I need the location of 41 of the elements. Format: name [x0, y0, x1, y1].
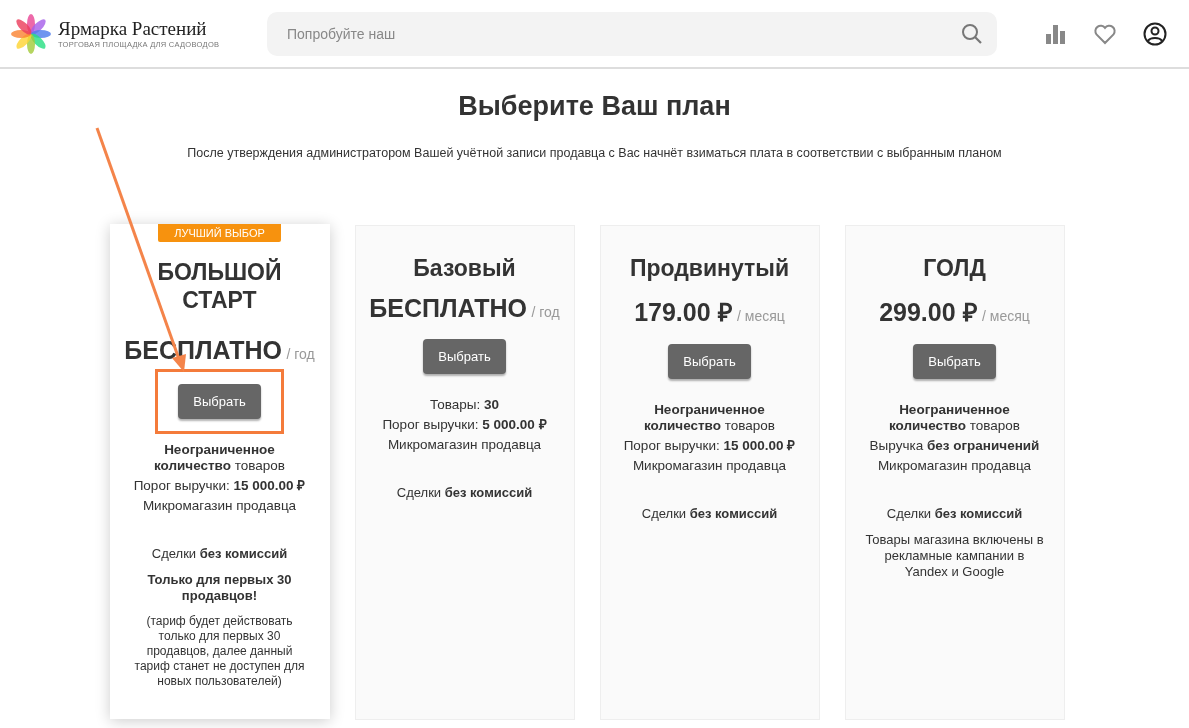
plan-feature: Микромагазин продавца: [141, 498, 298, 514]
logo-title: Ярмарка Растений: [58, 18, 208, 40]
price-period: / месяц: [737, 308, 785, 324]
plan-name: Продвинутый: [629, 254, 790, 282]
plan-feature: Порог выручки: 15 000.00 ₽: [622, 438, 797, 454]
price-period: / год: [531, 304, 560, 320]
plan-feature: Порог выручки: 5 000.00 ₽: [382, 417, 547, 433]
flower-logo-icon: [10, 12, 52, 55]
plan-note: Только для первых 30 продавцов!: [146, 572, 293, 604]
plan-note: Товары магазина включены в рекламные кампании в Yandex и Google: [864, 532, 1045, 580]
price-period: / год: [286, 346, 315, 362]
page-subtitle: После утверждения администратором Вашей учётной записи продавца с Вас начнёт взиматься плата в соответствии с выбранным планом: [186, 146, 1003, 160]
plan-feature: Порог выручки: 15 000.00 ₽: [132, 478, 307, 494]
plan-feature: Микромагазин продавца: [631, 458, 788, 474]
plan-feature: Неограниченное количество товаров: [152, 442, 286, 474]
plan-feature: Товары: 30: [429, 397, 500, 413]
plan-note: (тариф будет действовать только для первых 30 продавцов, далее данный тариф станет не доступен для новых пользователей): [133, 614, 306, 689]
plan-note: Сделки без комиссий: [885, 506, 1024, 522]
select-button[interactable]: Выбрать: [913, 344, 996, 379]
plan-note: Сделки без комиссий: [396, 485, 533, 501]
plan-feature: Неограниченное количество товаров: [642, 402, 776, 434]
price-period: / месяц: [982, 308, 1030, 324]
plan-name: БОЛЬШОЙ СТАРТ: [156, 258, 283, 314]
plan-name: Базовый: [413, 254, 516, 282]
plan-note: Сделки без комиссий: [150, 546, 289, 562]
select-button[interactable]: Выбрать: [423, 339, 506, 374]
search-icon[interactable]: [961, 22, 983, 45]
plan-feature: Выручка без ограничений: [868, 438, 1041, 454]
select-button[interactable]: Выбрать: [668, 344, 751, 379]
user-icon[interactable]: [1143, 21, 1167, 46]
plan-note: Сделки без комиссий: [641, 506, 778, 522]
plan-price: БЕСПЛАТНО: [369, 294, 528, 322]
select-button[interactable]: Выбрать: [178, 384, 261, 419]
best-choice-badge: ЛУЧШИЙ ВЫБОР: [158, 224, 281, 242]
page-title: Выберите Ваш план: [457, 91, 732, 122]
plan-price: 179.00 ₽: [634, 298, 733, 326]
search-field[interactable]: Попробуйте наш: [267, 11, 997, 56]
plan-name: ГОЛД: [923, 254, 986, 282]
plan-price: 299.00 ₽: [879, 298, 978, 326]
plan-feature: Микромагазин продавца: [386, 437, 543, 453]
plan-feature: Микромагазин продавца: [876, 458, 1033, 474]
